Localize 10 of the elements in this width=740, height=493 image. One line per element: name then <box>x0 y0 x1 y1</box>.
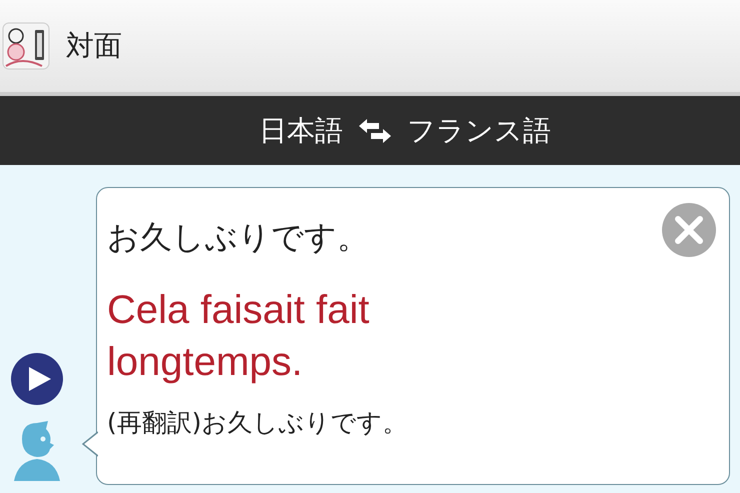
original-text: お久しぶりです。 <box>107 217 369 258</box>
app-title: 対面 <box>66 28 122 64</box>
back-translation-text: (再翻訳)お久しぶりです。 <box>107 407 409 439</box>
app-icon[interactable] <box>2 22 50 70</box>
play-icon[interactable] <box>9 351 65 407</box>
source-language[interactable]: 日本語 <box>259 112 343 150</box>
target-language[interactable]: フランス語 <box>407 112 551 150</box>
swap-arrows-icon[interactable] <box>357 116 393 144</box>
translation-text: Cela faisait fait longtemps. <box>107 287 370 386</box>
person-icon <box>12 419 62 481</box>
